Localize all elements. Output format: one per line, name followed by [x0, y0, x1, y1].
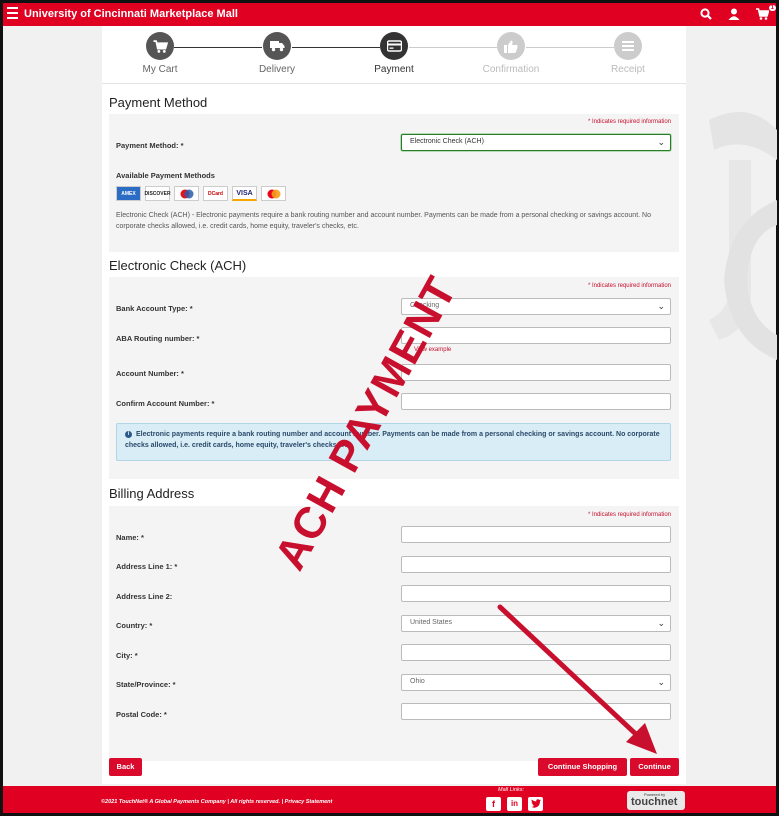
twitter-icon[interactable] — [528, 797, 543, 811]
step-label: Confirmation — [482, 64, 540, 75]
step-receipt: Receipt — [578, 32, 678, 75]
billing-heading: Billing Address — [109, 486, 195, 501]
payment-method-label: Payment Method: * — [116, 141, 184, 150]
touchnet-logo[interactable]: Powered by touchnet — [627, 791, 685, 810]
ach-info-alert: i Electronic payments require a bank rout… — [116, 423, 671, 461]
step-delivery[interactable]: Delivery — [227, 32, 327, 75]
ach-info-text: Electronic payments require a bank routi… — [125, 431, 660, 449]
name-label: Name: * — [116, 533, 144, 542]
chevron-down-icon: ⌄ — [657, 301, 665, 311]
state-province-select[interactable]: Ohio ⌄ — [401, 674, 671, 691]
country-value: United States — [410, 619, 453, 626]
step-label: My Cart — [142, 64, 178, 75]
required-note: * Indicates required information — [587, 512, 671, 518]
country-select[interactable]: United States ⌄ — [401, 615, 671, 632]
dcard-logo: DCard — [203, 186, 228, 201]
name-input[interactable] — [401, 526, 671, 543]
step-label: Receipt — [611, 64, 645, 75]
back-button[interactable]: Back — [109, 758, 142, 776]
visa-logo: VISA — [232, 186, 257, 201]
postal-code-input[interactable] — [401, 703, 671, 720]
chevron-down-icon: ⌄ — [657, 677, 665, 687]
continue-button[interactable]: Continue — [630, 758, 679, 776]
bank-account-type-label: Bank Account Type: * — [116, 304, 193, 313]
payment-method-value: Electronic Check (ACH) — [410, 138, 484, 145]
top-bar: University of Cincinnati Marketplace Mal… — [3, 3, 776, 26]
receipt-icon — [614, 32, 642, 60]
routing-number-label: ABA Routing number: * — [116, 334, 200, 343]
truck-icon — [263, 32, 291, 60]
chevron-down-icon: ⌄ — [657, 618, 665, 628]
continue-shopping-button[interactable]: Continue Shopping — [538, 758, 627, 776]
discover-logo: DISCOVER — [144, 186, 171, 201]
address-line-1-input[interactable] — [401, 556, 671, 573]
credit-card-icon — [380, 32, 408, 60]
available-methods-label: Available Payment Methods — [116, 171, 215, 180]
footer: ©2021 TouchNet® A Global Payments Compan… — [3, 786, 776, 813]
cart-icon — [146, 32, 174, 60]
mall-links-label: Mall Links: — [498, 787, 524, 793]
step-confirmation: Confirmation — [461, 32, 561, 75]
thumbs-up-icon — [497, 32, 525, 60]
step-label: Delivery — [258, 64, 296, 75]
mastercard-logo — [261, 186, 286, 201]
touchnet-brand-text: touchnet — [631, 796, 678, 808]
linkedin-icon[interactable]: in — [507, 797, 522, 811]
chevron-down-icon: ⌄ — [657, 137, 665, 147]
info-icon: i — [125, 430, 132, 438]
city-input[interactable] — [401, 644, 671, 661]
step-payment[interactable]: Payment — [344, 32, 444, 75]
confirm-account-number-input[interactable] — [401, 393, 671, 410]
state-province-label: State/Province: * — [116, 680, 176, 689]
checkout-progress: My Cart Delivery Payment Confirmation Re… — [102, 26, 686, 84]
facebook-icon[interactable]: f — [486, 797, 501, 811]
cart-count-badge: 1 — [768, 5, 776, 11]
step-label: Payment — [374, 64, 414, 75]
city-label: City: * — [116, 651, 138, 660]
account-number-input[interactable] — [401, 364, 671, 381]
payment-method-description: Electronic Check (ACH) - Electronic paym… — [116, 212, 651, 230]
address-line-2-input[interactable] — [401, 585, 671, 602]
mall-title[interactable]: University of Cincinnati Marketplace Mal… — [24, 8, 238, 20]
required-note: * Indicates required information — [587, 119, 671, 125]
ach-heading: Electronic Check (ACH) — [109, 258, 247, 273]
confirm-account-number-label: Confirm Account Number: * — [116, 399, 215, 408]
payment-method-select[interactable]: Electronic Check (ACH) ⌄ — [401, 134, 671, 151]
account-number-label: Account Number: * — [116, 369, 184, 378]
amex-logo: AMEX — [116, 186, 141, 201]
state-province-value: Ohio — [410, 678, 425, 685]
payment-method-heading: Payment Method — [109, 95, 208, 110]
search-icon[interactable] — [700, 7, 714, 21]
copyright-text: ©2021 TouchNet® A Global Payments Compan… — [101, 799, 333, 805]
social-links: f in — [486, 797, 543, 811]
cart-icon[interactable]: 1 — [756, 5, 776, 21]
user-icon[interactable] — [728, 7, 742, 21]
hamburger-menu-icon[interactable] — [7, 7, 18, 20]
uc-watermark-logo — [709, 112, 777, 360]
mastercard-logo — [174, 186, 199, 201]
step-my-cart[interactable]: My Cart — [110, 32, 210, 75]
required-note: * Indicates required information — [587, 283, 671, 289]
payment-method-panel: * Indicates required information Payment… — [109, 114, 679, 252]
payment-card-logos: AMEX DISCOVER DCard VISA — [116, 186, 286, 201]
billing-panel: * Indicates required information Name: *… — [109, 506, 679, 761]
address-line-1-label: Address Line 1: * — [116, 562, 178, 571]
address-line-2-label: Address Line 2: — [116, 592, 173, 601]
country-label: Country: * — [116, 621, 153, 630]
postal-code-label: Postal Code: * — [116, 710, 167, 719]
